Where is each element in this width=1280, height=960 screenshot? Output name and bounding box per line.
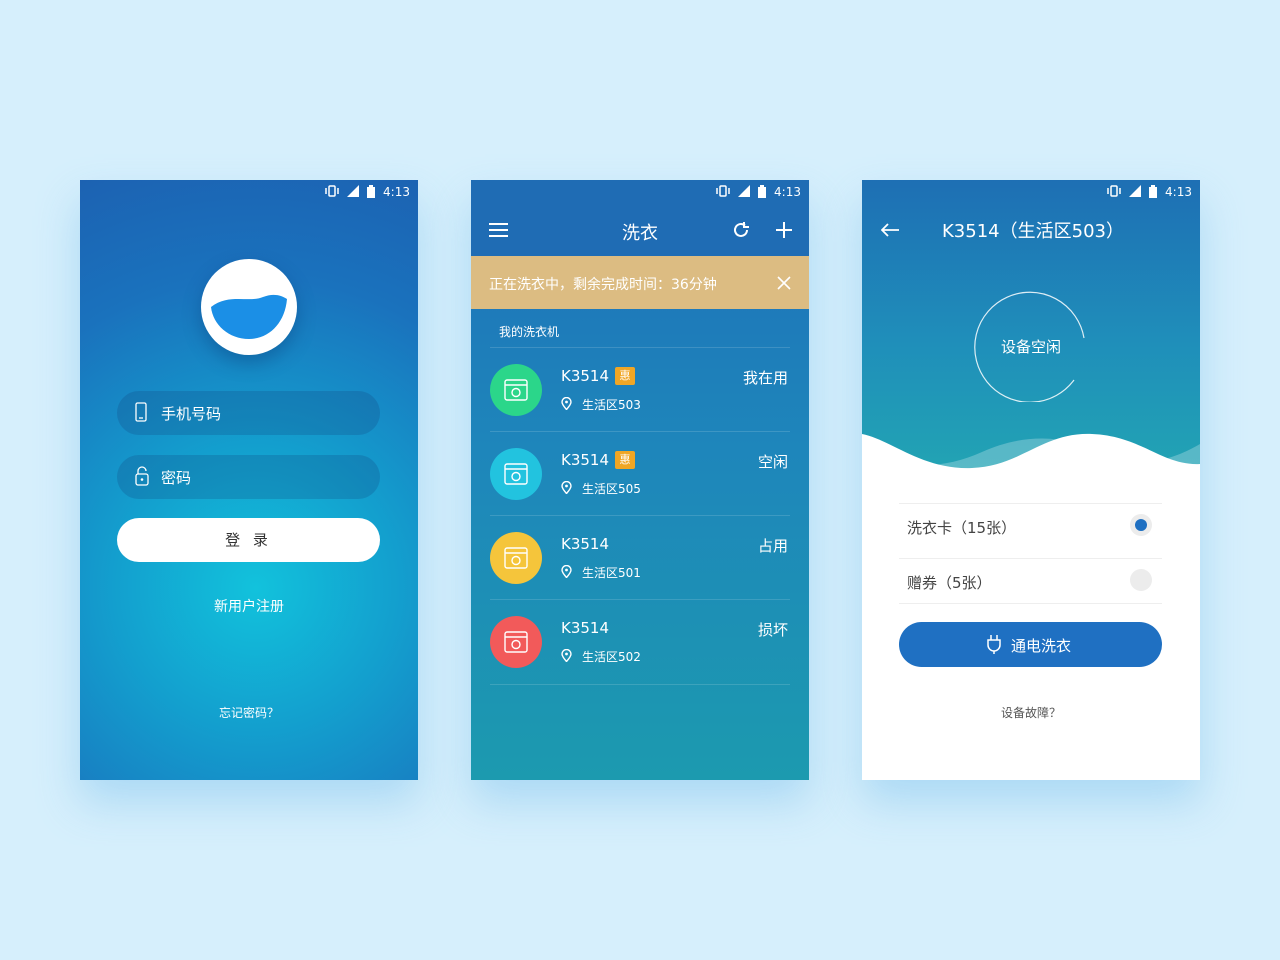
location-pin-icon: [561, 565, 572, 578]
machine-status: 损坏: [757, 621, 788, 639]
status-bar: 4:13: [862, 180, 1200, 204]
radio-unselected[interactable]: [1130, 569, 1152, 591]
phone-placeholder: 手机号码: [161, 405, 222, 423]
option-wash-card[interactable]: 洗衣卡（15张）: [899, 503, 1162, 548]
machine-row[interactable]: K3514 生活区501 占用: [490, 515, 790, 600]
power-wash-label: 通电洗衣: [1011, 637, 1072, 655]
machine-name: K3514: [561, 451, 610, 469]
lock-icon: [135, 466, 149, 486]
forgot-password-link[interactable]: 忘记密码？: [80, 704, 418, 721]
status-bar: 4:13: [471, 180, 809, 204]
wave-decoration: [862, 433, 1200, 490]
washer-icon: [490, 532, 542, 584]
vibrate-icon: [325, 185, 339, 197]
back-arrow-icon[interactable]: [881, 223, 899, 237]
option-label: 赠券（5张）: [907, 574, 992, 592]
machine-name: K3514: [561, 535, 610, 553]
promo-badge: 惠: [615, 451, 635, 469]
washer-icon: [490, 616, 542, 668]
signal-icon: [1129, 185, 1141, 197]
battery-icon: [1149, 185, 1157, 198]
banner-text: 正在洗衣中，剩余完成时间：36分钟: [489, 277, 717, 293]
refresh-icon[interactable]: [732, 221, 750, 239]
login-button[interactable]: 登 录: [117, 518, 380, 562]
screen-title: 洗衣: [622, 223, 658, 244]
machine-status: 我在用: [742, 369, 788, 387]
phone-field[interactable]: 手机号码: [117, 391, 380, 435]
location-pin-icon: [561, 481, 572, 494]
machine-status: 占用: [757, 537, 788, 555]
detail-title: K3514（生活区503）: [942, 221, 1124, 242]
machine-row[interactable]: K3514 惠生活区503 我在用: [490, 347, 790, 432]
register-link[interactable]: 新用户注册: [80, 596, 418, 616]
login-screen: 4:13 手机号码 密码 登 录 新用户注册 忘记密码？: [80, 180, 418, 780]
machine-row[interactable]: K3514 惠生活区505 空闲: [490, 431, 790, 516]
password-field[interactable]: 密码: [117, 455, 380, 499]
machine-location: 生活区501: [582, 566, 641, 580]
radio-selected[interactable]: [1130, 514, 1152, 536]
option-label: 洗衣卡（15张）: [907, 519, 1017, 537]
signal-icon: [347, 185, 359, 197]
promo-badge: 惠: [615, 367, 635, 385]
password-placeholder: 密码: [161, 469, 192, 487]
washer-icon: [490, 364, 542, 416]
washing-progress-banner: 正在洗衣中，剩余完成时间：36分钟: [471, 256, 809, 309]
option-coupon[interactable]: 赠券（5张）: [899, 558, 1162, 604]
signal-icon: [738, 185, 750, 197]
battery-icon: [367, 185, 375, 198]
fault-link[interactable]: 设备故障？: [862, 704, 1200, 721]
machine-detail-screen: 4:13 K3514（生活区503） 设备空闲 洗衣卡（15张） 赠券（5张） …: [862, 180, 1200, 780]
vibrate-icon: [1107, 185, 1121, 197]
status-time: 4:13: [774, 185, 801, 199]
plug-icon: [987, 635, 1001, 654]
machine-location: 生活区503: [582, 398, 641, 412]
vibrate-icon: [716, 185, 730, 197]
close-icon[interactable]: [777, 276, 791, 290]
status-bar: 4:13: [80, 180, 418, 204]
status-time: 4:13: [383, 185, 410, 199]
location-pin-icon: [561, 397, 572, 410]
machine-name: K3514: [561, 367, 610, 385]
machine-location: 生活区505: [582, 482, 641, 496]
app-logo: [201, 259, 297, 355]
machine-list-screen: 4:13 洗衣 正在洗衣中，剩余完成时间：36分钟 我的洗衣机 K3514 惠生活…: [471, 180, 809, 780]
device-status: 设备空闲: [1000, 338, 1061, 356]
battery-icon: [758, 185, 766, 198]
status-time: 4:13: [1165, 185, 1192, 199]
machine-row[interactable]: K3514 生活区502 损坏: [490, 599, 790, 685]
washer-icon: [490, 448, 542, 500]
machine-location: 生活区502: [582, 650, 641, 664]
location-pin-icon: [561, 649, 572, 662]
machine-name: K3514: [561, 619, 610, 637]
section-title: 我的洗衣机: [499, 325, 560, 339]
machine-status: 空闲: [757, 453, 788, 471]
add-icon[interactable]: [776, 222, 792, 238]
phone-icon: [135, 402, 147, 422]
power-wash-button[interactable]: 通电洗衣: [899, 622, 1162, 667]
